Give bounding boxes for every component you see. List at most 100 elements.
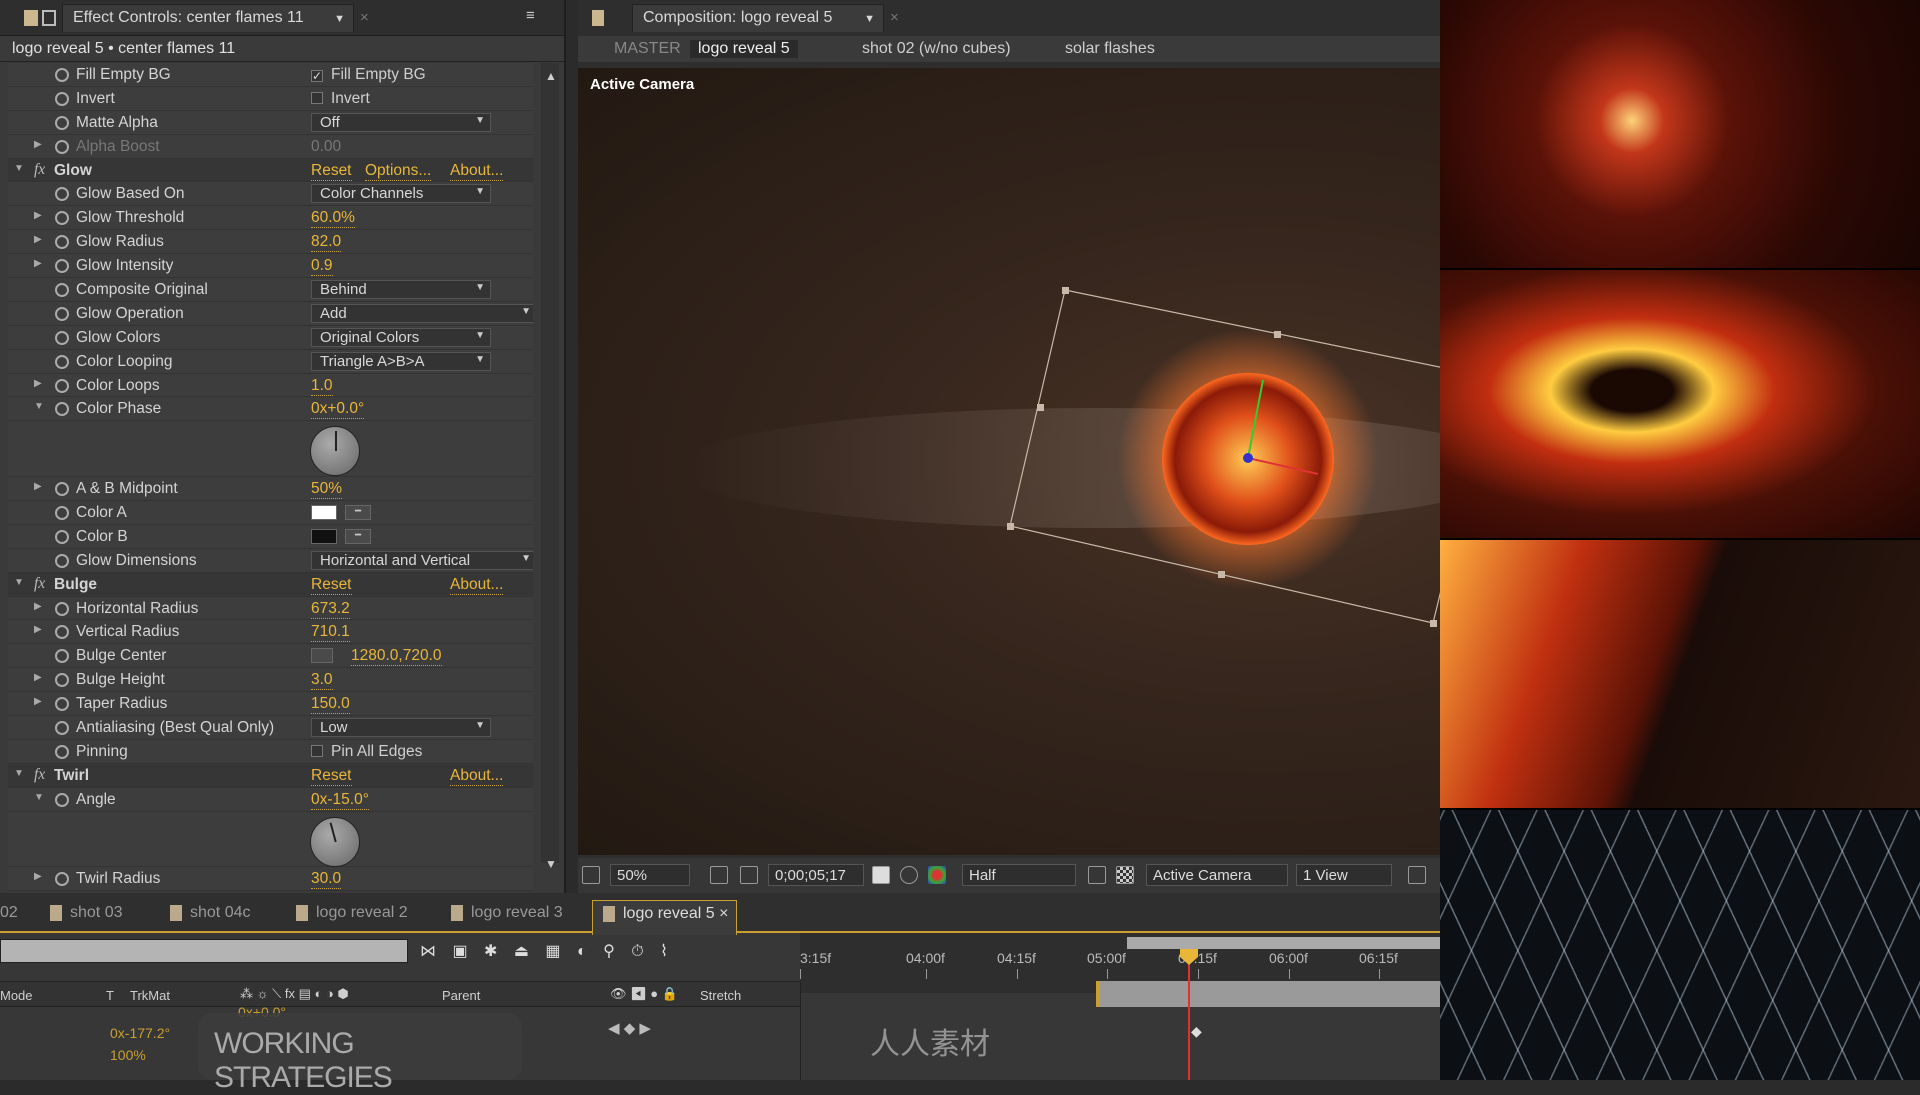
stopwatch-icon[interactable] xyxy=(55,792,69,807)
property-dropdown[interactable]: Original Colors xyxy=(311,327,491,347)
timeline-search-input[interactable] xyxy=(0,939,408,963)
panel-menu-icon[interactable]: ≡ xyxy=(526,7,535,24)
property-dropdown[interactable]: Color Channels xyxy=(311,184,491,204)
effect-link-options[interactable]: Options... xyxy=(365,162,432,181)
color-swatch[interactable] xyxy=(311,504,337,520)
effect-header-bulge[interactable]: ▼ fx Bulge Reset About... xyxy=(8,572,533,597)
layer-value[interactable]: 0x-177.2° xyxy=(110,1025,170,1041)
stopwatch-icon[interactable] xyxy=(55,673,69,688)
scroll-up-icon[interactable]: ▲ xyxy=(545,69,557,83)
fx-icon[interactable]: fx xyxy=(34,766,45,784)
stopwatch-icon[interactable] xyxy=(55,872,69,887)
twirl-open-icon[interactable]: ▼ xyxy=(34,401,44,412)
fx-icon[interactable]: fx xyxy=(34,575,45,593)
stopwatch-icon[interactable] xyxy=(55,283,69,298)
property-value[interactable]: 30.0 xyxy=(311,870,342,890)
property-value[interactable]: 673.2 xyxy=(311,600,350,619)
tab-logo-reveal-5[interactable]: logo reveal 5 × xyxy=(592,900,738,935)
twirl-closed-icon[interactable]: ▶ xyxy=(34,696,42,707)
color-swatch[interactable] xyxy=(311,528,337,544)
stopwatch-icon[interactable] xyxy=(55,139,69,154)
tab-02[interactable]: 02 xyxy=(0,900,26,926)
eyedropper-icon[interactable]: ━ xyxy=(345,528,371,544)
stopwatch-icon[interactable] xyxy=(55,187,69,202)
col-t[interactable]: T xyxy=(106,988,114,1003)
crumb-shot-02[interactable]: shot 02 (w/no cubes) xyxy=(862,40,1011,58)
close-icon[interactable]: × xyxy=(890,9,899,26)
stopwatch-icon[interactable] xyxy=(55,378,69,393)
twirl-closed-icon[interactable]: ▶ xyxy=(34,258,42,269)
playhead[interactable] xyxy=(1188,953,1190,1080)
chevron-down-icon[interactable]: ▼ xyxy=(864,13,875,25)
zoom-dropdown[interactable]: 50% xyxy=(610,864,690,886)
stopwatch-icon[interactable] xyxy=(55,68,69,82)
property-value[interactable]: 150.0 xyxy=(311,695,350,715)
twirl-closed-icon[interactable]: ▶ xyxy=(34,624,42,635)
stopwatch-icon[interactable] xyxy=(55,211,69,226)
layer-duration-bar[interactable] xyxy=(1096,981,1440,1007)
stopwatch-icon[interactable] xyxy=(55,720,69,735)
property-dropdown[interactable]: Low xyxy=(311,717,491,737)
twirl-closed-icon[interactable]: ▶ xyxy=(34,139,42,150)
twirl-closed-icon[interactable]: ▶ xyxy=(34,210,42,221)
twirl-closed-icon[interactable]: ▶ xyxy=(34,234,42,245)
property-checkbox[interactable]: Invert xyxy=(311,90,370,108)
transparency-grid-icon[interactable] xyxy=(1116,866,1134,884)
camera-view-dropdown[interactable]: Active Camera xyxy=(1146,864,1288,886)
twirl-open-icon[interactable]: ▼ xyxy=(14,163,24,174)
property-value[interactable]: 1280.0,720.0 xyxy=(351,647,442,667)
tab-effect-controls[interactable]: Effect Controls: center flames 11 ▼ xyxy=(62,4,354,32)
col-trkmat[interactable]: TrkMat xyxy=(130,988,170,1003)
stopwatch-icon[interactable] xyxy=(55,744,69,759)
stopwatch-icon[interactable] xyxy=(55,259,69,274)
property-dropdown[interactable]: Add xyxy=(311,303,533,323)
property-value[interactable]: 710.1 xyxy=(311,623,350,643)
stopwatch-icon[interactable] xyxy=(55,649,69,664)
checkbox[interactable]: ✓ xyxy=(311,70,323,82)
effect-header-twirl[interactable]: ▼ fx Twirl Reset About... xyxy=(8,763,533,788)
stopwatch-icon[interactable] xyxy=(55,482,69,497)
layer-value[interactable]: 100% xyxy=(110,1047,146,1063)
property-value[interactable]: 0.9 xyxy=(311,257,333,277)
property-checkbox[interactable]: Pin All Edges xyxy=(311,743,422,761)
chevron-down-icon[interactable]: ▼ xyxy=(334,13,345,25)
tab-logo-reveal-2[interactable]: logo reveal 2 xyxy=(286,900,416,926)
composition-viewer[interactable]: Active Camera xyxy=(578,68,1440,855)
property-dropdown[interactable]: Behind xyxy=(311,280,491,300)
property-value[interactable]: 1.0 xyxy=(311,377,333,396)
effect-link-about[interactable]: About... xyxy=(450,767,504,786)
stopwatch-icon[interactable] xyxy=(55,402,69,417)
stopwatch-icon[interactable] xyxy=(55,697,69,712)
region-icon[interactable] xyxy=(582,866,600,884)
scrollbar[interactable]: ▲ ▼ xyxy=(541,63,559,871)
property-value[interactable]: 82.0 xyxy=(311,233,342,253)
safe-margins-icon[interactable] xyxy=(740,866,758,884)
property-checkbox[interactable]: ✓ Fill Empty BG xyxy=(311,66,426,84)
tab-shot-04c[interactable]: shot 04c xyxy=(160,900,258,926)
col-parent[interactable]: Parent xyxy=(442,988,480,1003)
tab-shot-03[interactable]: shot 03 xyxy=(40,900,130,926)
twirl-closed-icon[interactable]: ▶ xyxy=(34,378,42,389)
property-value[interactable]: 50% xyxy=(311,480,343,500)
timeline-switches-icons[interactable]: ⋈ ▣ ✱ ⏏ ▦ ◐ ⚲ ⏱ ⌇ xyxy=(420,941,674,961)
crumb-solar-flashes[interactable]: solar flashes xyxy=(1065,40,1155,58)
checkbox[interactable] xyxy=(311,91,323,104)
camera-snapshot-icon[interactable] xyxy=(872,866,890,884)
property-dropdown[interactable]: Off xyxy=(311,112,491,132)
twirl-open-icon[interactable]: ▼ xyxy=(14,768,24,779)
stopwatch-icon[interactable] xyxy=(55,235,69,250)
twirl-closed-icon[interactable]: ▶ xyxy=(34,672,42,683)
close-icon[interactable]: × xyxy=(719,905,728,922)
stopwatch-icon[interactable] xyxy=(55,330,69,345)
stopwatch-icon[interactable] xyxy=(55,505,69,520)
twirl-closed-icon[interactable]: ▶ xyxy=(34,871,42,882)
view-layout-dropdown[interactable]: 1 View xyxy=(1296,864,1392,886)
effect-link-reset[interactable]: Reset xyxy=(311,162,352,181)
twirl-closed-icon[interactable]: ▶ xyxy=(34,601,42,612)
fx-icon[interactable]: fx xyxy=(34,161,45,179)
effect-link-reset[interactable]: Reset xyxy=(311,767,352,786)
lock-icon[interactable] xyxy=(42,10,56,26)
checkbox[interactable] xyxy=(311,744,323,757)
twirl-closed-icon[interactable]: ▶ xyxy=(34,481,42,492)
property-value[interactable]: 60.0% xyxy=(311,209,355,229)
